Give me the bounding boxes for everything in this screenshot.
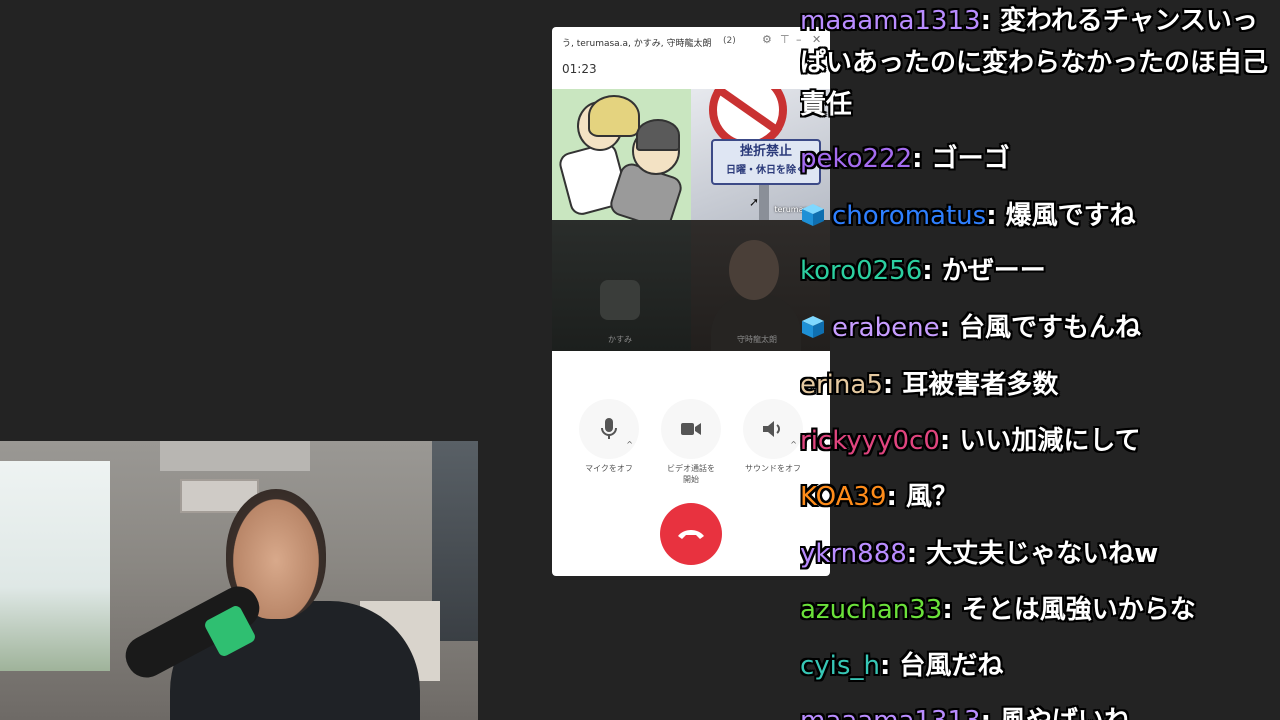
dark-object [600,280,640,320]
video-start-button[interactable]: ビデオ通話を 開始 [656,399,726,485]
video-start-label: ビデオ通話を 開始 [667,464,715,484]
chat-message: erina5: 耳被害者多数 [800,364,1058,406]
chat-separator: : [986,201,1006,231]
video-grid: 挫折禁止 日曜・休日を除く ➚ terumasa.a かすみ 守時龍太朗 [552,89,830,351]
webcam-feed [0,441,478,720]
chat-separator: : [939,426,960,456]
settings-icon[interactable]: ⚙ [762,34,772,46]
chat-text: ゴーゴ [931,144,1010,174]
participant-count: (2) [723,36,736,46]
video-camera-icon [681,423,701,435]
chat-separator: : [882,370,903,400]
chat-separator: : [906,539,927,569]
chat-message: ykrn888: 大丈夫じゃないねw [800,533,1158,575]
chat-username[interactable]: koro0256 [800,256,922,286]
chat-text: 爆風ですね [1005,201,1136,231]
microphone-icon [601,418,617,439]
chat-text: 風やばいね [1000,706,1130,720]
chat-separator: : [886,482,906,512]
chat-username[interactable]: KOA39 [800,482,887,512]
participant-name: かすみ [608,335,632,344]
mouse-cursor-icon: ➚ [749,195,760,209]
sign-pole [759,185,769,220]
background-window [0,461,110,671]
speaker-icon [763,421,780,437]
chat-text: 耳被害者多数 [902,370,1059,400]
chat-message: maaama1313: 風やばいね [800,700,1130,720]
chat-message: koro0256: かぜーー [800,250,1046,292]
chat-text: いい加減にして [959,426,1141,456]
chat-text: 台風だね [899,651,1004,681]
video-tile-1[interactable] [552,89,691,220]
chat-username[interactable]: maaama1313 [800,6,981,36]
sound-toggle-label: サウンドをオフ [745,464,801,473]
participant-face [729,240,779,300]
chat-separator: : [912,144,932,174]
participant-name: 守時龍太朗 [737,335,777,344]
chat-message: choromatus: 爆風ですね [800,195,1136,237]
chat-message: maaama1313: 変われるチャンスいっぱいあったのに変わらなかったのほ自己… [800,0,1270,126]
chat-message: cyis_h: 台風だね [800,645,1003,687]
mic-toggle-label: マイクをオフ [585,464,633,473]
sign-plate-line-2: 日曜・休日を除く [726,165,806,176]
chat-text: そとは風強いからな [961,595,1196,625]
chat-message: peko222: ゴーゴ [800,138,1010,180]
chat-username[interactable]: erabene [832,313,940,343]
chevron-up-icon[interactable]: ^ [626,440,633,449]
cube-badge-icon [802,316,824,338]
chat-separator: : [939,313,960,343]
chat-username[interactable]: azuchan33 [800,595,942,625]
chat-separator: : [922,256,942,286]
chat-username[interactable]: peko222 [800,144,912,174]
avatar-hair [588,95,640,137]
call-titlebar[interactable]: う, terumasa.a, かすみ, 守時龍太朗 (2) ⚙ ⊤ – ✕ [552,27,830,61]
ceiling-beam [160,441,310,471]
chat-username[interactable]: ykrn888 [800,539,907,569]
mic-toggle-button[interactable]: ^ マイクをオフ [574,399,644,474]
chat-message: azuchan33: そとは風強いからな [800,589,1196,631]
chat-text: 台風ですもんね [959,313,1142,343]
phone-hangup-icon [678,530,704,539]
chat-text: 風？ [905,482,958,512]
call-controls: ^ マイクをオフ ビデオ通話を 開始 ^ サウンドをオフ [552,399,830,484]
hang-up-button[interactable] [660,503,722,565]
chat-overlay: maaama1313: 変われるチャンスいっぱいあったのに変わらなかったのほ自己… [800,0,1280,720]
call-timer: 01:23 [562,62,597,76]
pin-icon[interactable]: ⊤ [780,34,790,46]
avatar-hair-2 [636,119,680,151]
chat-username[interactable]: maaama1313 [800,706,981,720]
chat-message: rickyyy0c0: いい加減にして [800,420,1141,462]
cube-badge-icon [802,204,824,226]
chat-username[interactable]: choromatus [832,201,986,231]
chat-separator: : [980,6,1001,36]
chat-username[interactable]: cyis_h [800,651,880,681]
chat-message: KOA39: 風？ [800,476,958,518]
chat-separator: : [879,651,900,681]
chat-separator: : [981,706,1000,720]
chat-message: erabene: 台風ですもんね [800,307,1141,349]
chat-username[interactable]: rickyyy0c0 [800,426,940,456]
chat-separator: : [942,595,962,625]
group-call-window: う, terumasa.a, かすみ, 守時龍太朗 (2) ⚙ ⊤ – ✕ 01… [552,27,830,576]
chat-text: 大丈夫じゃないねw [926,539,1159,569]
video-tile-3[interactable]: かすみ [552,220,691,351]
chat-text: かぜーー [941,256,1046,286]
chevron-up-icon[interactable]: ^ [790,440,797,449]
chat-username[interactable]: erina5 [800,370,883,400]
sound-toggle-button[interactable]: ^ サウンドをオフ [738,399,808,474]
